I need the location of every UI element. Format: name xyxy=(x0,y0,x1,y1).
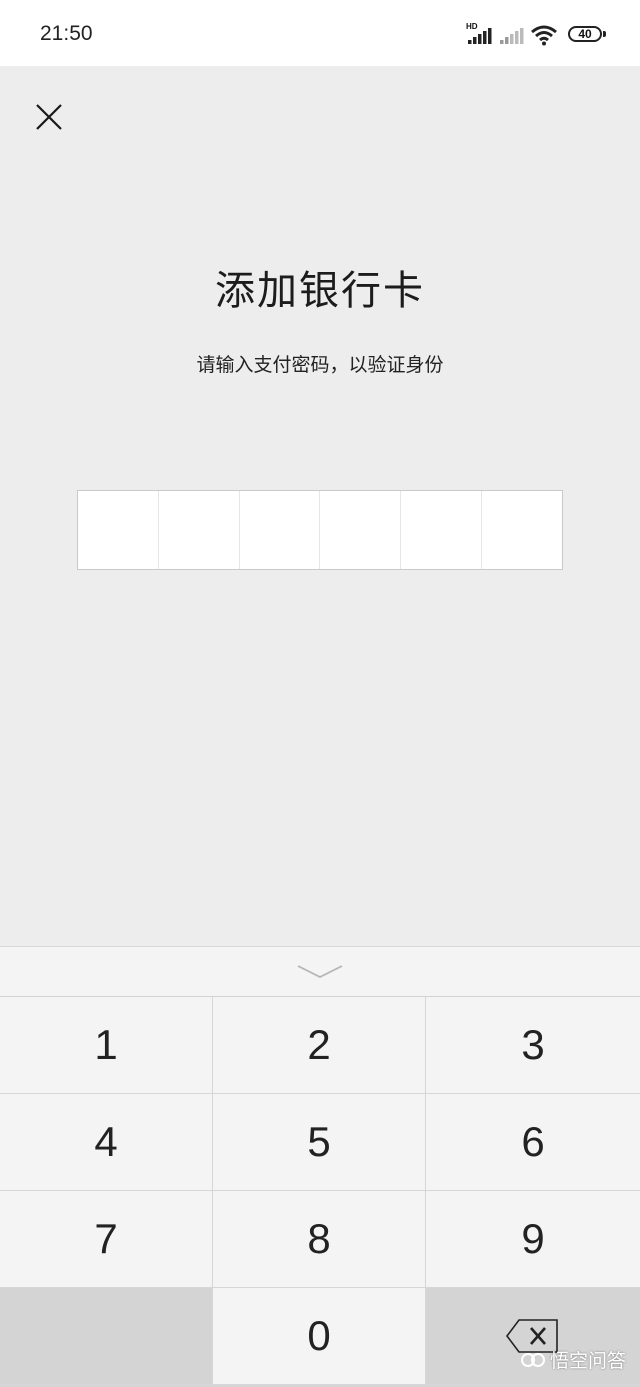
wukong-logo-icon xyxy=(520,1352,545,1367)
key-blank xyxy=(0,1288,212,1384)
battery-tip xyxy=(603,31,606,37)
page-subtitle: 请输入支付密码，以验证身份 xyxy=(196,354,444,376)
status-icons: HD 40 xyxy=(466,20,608,48)
signal-strength-icon xyxy=(468,28,492,44)
key-4[interactable]: 4 xyxy=(0,1094,212,1190)
close-button[interactable] xyxy=(30,98,68,136)
key-5[interactable]: 5 xyxy=(213,1094,425,1190)
wifi-icon xyxy=(531,25,557,46)
password-digit-cell[interactable] xyxy=(482,491,562,569)
key-2[interactable]: 2 xyxy=(213,997,425,1093)
status-bar: 21:50 HD 40 xyxy=(0,0,640,66)
status-time: 21:50 xyxy=(40,22,93,45)
password-digit-cell[interactable] xyxy=(159,491,240,569)
numeric-keyboard: 1 2 3 4 5 6 7 8 9 0 xyxy=(0,946,640,1387)
key-0[interactable]: 0 xyxy=(213,1288,425,1384)
password-digit-cell[interactable] xyxy=(240,491,321,569)
key-8[interactable]: 8 xyxy=(213,1191,425,1287)
battery-icon: 40 xyxy=(568,26,602,42)
password-digit-cell[interactable] xyxy=(78,491,159,569)
key-1[interactable]: 1 xyxy=(0,997,212,1093)
keyboard-collapse-button[interactable] xyxy=(296,963,344,983)
watermark: 悟空问答 xyxy=(520,1346,626,1373)
password-digit-cell[interactable] xyxy=(320,491,402,569)
key-9[interactable]: 9 xyxy=(426,1191,640,1287)
keyboard-header xyxy=(0,946,640,996)
close-icon xyxy=(36,104,62,130)
password-digit-cell[interactable] xyxy=(401,491,483,569)
keypad-grid: 1 2 3 4 5 6 7 8 9 0 xyxy=(0,997,640,1387)
chevron-down-icon xyxy=(297,965,343,979)
page-title: 添加银行卡 xyxy=(215,268,425,314)
key-6[interactable]: 6 xyxy=(426,1094,640,1190)
battery-level: 40 xyxy=(578,27,592,41)
key-7[interactable]: 7 xyxy=(0,1191,212,1287)
password-input[interactable] xyxy=(77,490,563,570)
key-3[interactable]: 3 xyxy=(426,997,640,1093)
watermark-text: 悟空问答 xyxy=(549,1350,626,1372)
signal-strength-icon-2 xyxy=(500,28,524,44)
